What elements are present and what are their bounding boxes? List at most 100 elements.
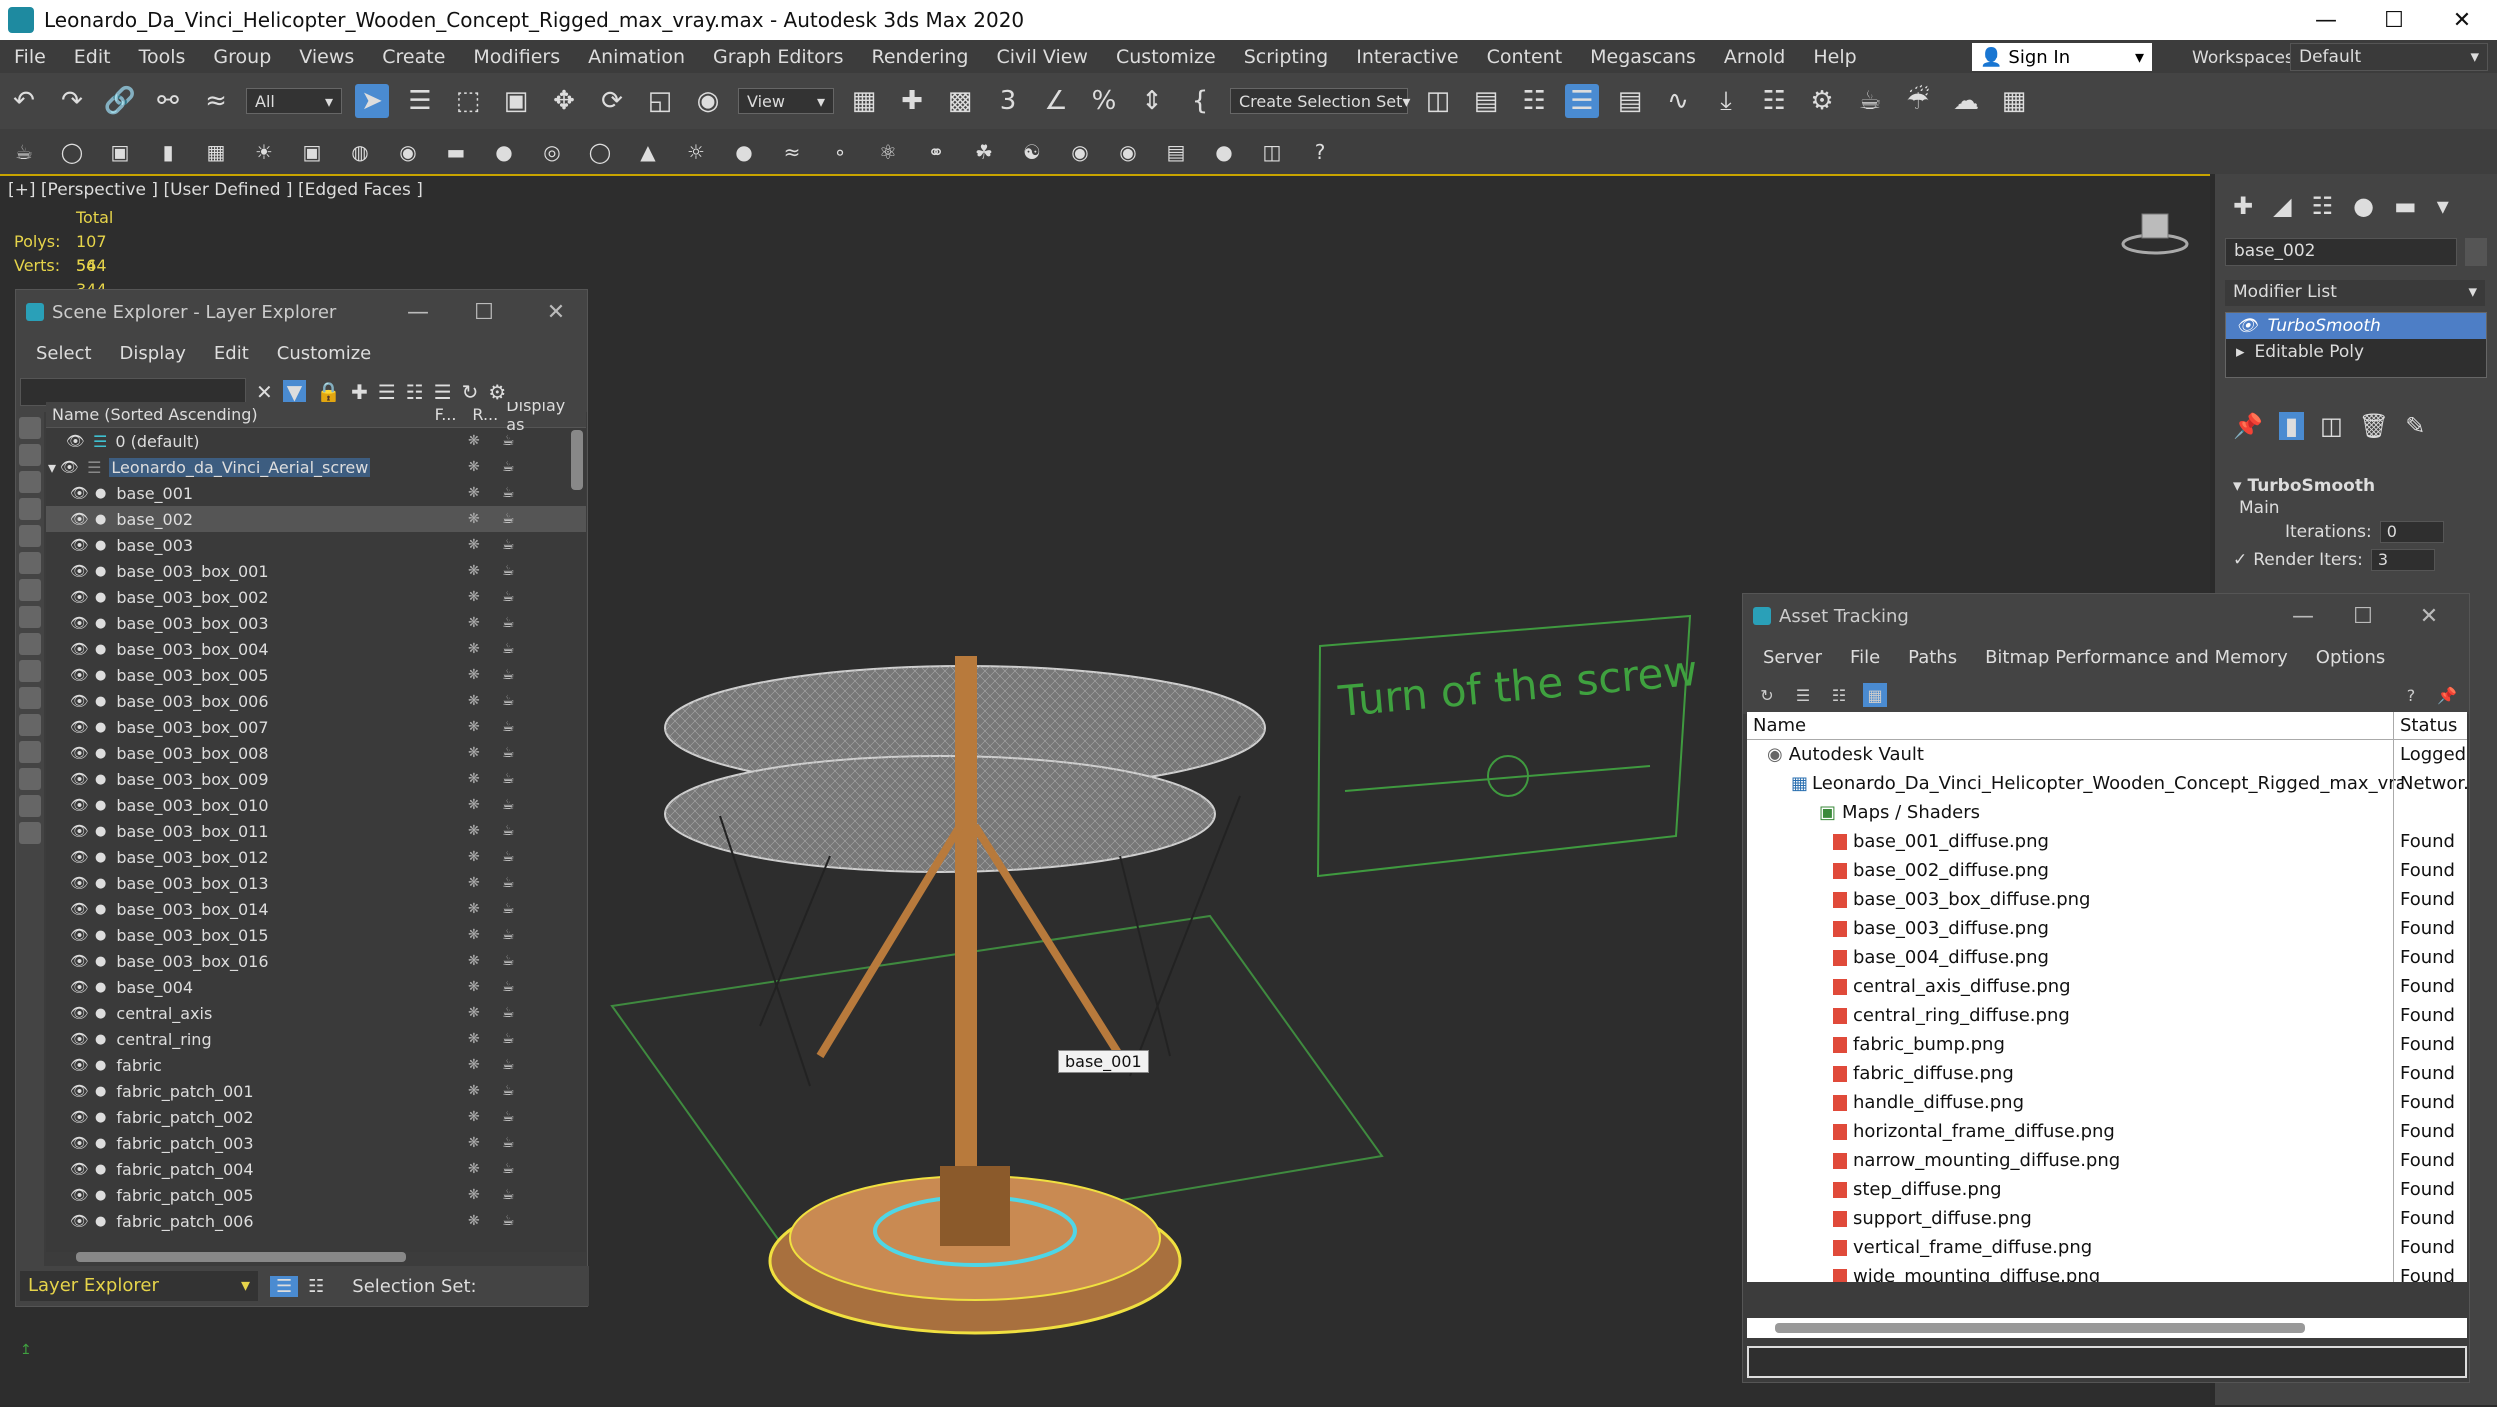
- compound-icon[interactable]: ⚛: [875, 139, 901, 165]
- align-icon[interactable]: ▤: [1469, 84, 1503, 118]
- freeze-icon[interactable]: ❋: [468, 563, 480, 579]
- eye-icon[interactable]: 👁: [70, 796, 89, 814]
- object-row[interactable]: 👁 ● base_003_box_014 ❋ ☕: [46, 896, 586, 922]
- sync-icon[interactable]: ↻: [462, 380, 479, 404]
- render-icon[interactable]: ☕: [502, 979, 515, 995]
- eye-icon[interactable]: 👁: [60, 458, 79, 476]
- menu-rendering[interactable]: Rendering: [857, 46, 982, 68]
- se-menu-select[interactable]: Select: [22, 343, 106, 364]
- layer-row[interactable]: ▾ 👁 ☰ Leonardo_da_Vinci_Aerial_screw ❋ ☕: [46, 454, 586, 480]
- filter-spacewarps-icon[interactable]: [19, 552, 41, 574]
- horizontal-scrollbar[interactable]: [76, 1252, 406, 1262]
- object-row[interactable]: 👁 ● base_003_box_007 ❋ ☕: [46, 714, 586, 740]
- render-icon[interactable]: ☕: [502, 459, 515, 475]
- filter-all-icon[interactable]: [19, 741, 41, 763]
- eye-icon[interactable]: 👁: [70, 874, 89, 892]
- freeze-icon[interactable]: ❋: [468, 1005, 480, 1021]
- eye-icon[interactable]: 👁: [70, 926, 89, 944]
- hair-icon[interactable]: ≈: [779, 139, 805, 165]
- map-row[interactable]: vertical_frame_diffuse.png Found: [1747, 1233, 2467, 1262]
- particle-icon[interactable]: ∘: [827, 139, 853, 165]
- freeze-icon[interactable]: ❋: [468, 615, 480, 631]
- eye-icon[interactable]: 👁: [70, 1082, 89, 1100]
- render-icon[interactable]: ☕: [502, 1109, 515, 1125]
- object-row[interactable]: 👁 ● base_003_box_002 ❋ ☕: [46, 584, 586, 610]
- close-icon[interactable]: ✕: [536, 298, 576, 326]
- object-row[interactable]: 👁 ● fabric_patch_005 ❋ ☕: [46, 1182, 586, 1208]
- object-row[interactable]: 👁 ● base_003_box_010 ❋ ☕: [46, 792, 586, 818]
- at-menu-server[interactable]: Server: [1749, 647, 1836, 668]
- shape-icon[interactable]: ◯: [59, 139, 85, 165]
- render-icon[interactable]: ☕: [502, 1161, 515, 1177]
- object-row[interactable]: 👁 ● fabric_patch_002 ❋ ☕: [46, 1104, 586, 1130]
- object-row[interactable]: 👁 ● base_003_box_009 ❋ ☕: [46, 766, 586, 792]
- scrollbar-thumb[interactable]: [1775, 1323, 2305, 1333]
- menu-tools[interactable]: Tools: [125, 46, 200, 68]
- menu-file[interactable]: File: [0, 46, 60, 68]
- eye-icon[interactable]: 👁: [70, 1108, 89, 1126]
- mirror-icon[interactable]: ◫: [1421, 84, 1455, 118]
- menu-arnold[interactable]: Arnold: [1710, 46, 1799, 68]
- omni-light-icon[interactable]: ●: [731, 139, 757, 165]
- layer-row[interactable]: 👁 ☰ 0 (default) ❋ ☕: [46, 428, 586, 454]
- move-icon[interactable]: ✥: [547, 84, 581, 118]
- se-menu-display[interactable]: Display: [106, 343, 200, 364]
- asset-row-vault[interactable]: ◉ Autodesk Vault Logged...: [1747, 740, 2467, 769]
- selection-filter-dropdown[interactable]: All ▾: [246, 88, 342, 114]
- object-row[interactable]: 👁 ● base_003_box_013 ❋ ☕: [46, 870, 586, 896]
- freeze-icon[interactable]: ❋: [468, 1057, 480, 1073]
- map-row[interactable]: handle_diffuse.png Found: [1747, 1088, 2467, 1117]
- eye-icon[interactable]: 👁: [70, 848, 89, 866]
- dope-sheet-icon[interactable]: ⤓: [1709, 84, 1743, 118]
- filter-shapes-icon[interactable]: [19, 444, 41, 466]
- table-view-icon[interactable]: ▦: [1863, 683, 1887, 707]
- freeze-icon[interactable]: ❋: [468, 511, 480, 527]
- render-iters-spinner[interactable]: 3: [2370, 549, 2435, 571]
- object-row[interactable]: 👁 ● central_axis ❋ ☕: [46, 1000, 586, 1026]
- reference-coordinate-dropdown[interactable]: View ▾: [738, 88, 834, 114]
- schematic-view-icon[interactable]: ☷: [1757, 84, 1791, 118]
- box-icon[interactable]: ▣: [107, 139, 133, 165]
- menu-group[interactable]: Group: [199, 46, 285, 68]
- freeze-icon[interactable]: ❋: [468, 823, 480, 839]
- close-icon[interactable]: ✕: [2432, 0, 2492, 40]
- modifier-editable-poly[interactable]: ▸ Editable Poly: [2226, 339, 2486, 365]
- create-selection-set-dropdown[interactable]: Create Selection Set ▾: [1230, 88, 1410, 114]
- tree-view-icon[interactable]: ☷: [1827, 683, 1851, 707]
- new-layer-icon[interactable]: ✚: [351, 380, 368, 404]
- at-menu-file[interactable]: File: [1836, 647, 1894, 668]
- render-icon[interactable]: ☕: [502, 1005, 515, 1021]
- freeze-icon[interactable]: ❋: [468, 1161, 480, 1177]
- pin-stack-icon[interactable]: 📌: [2233, 412, 2263, 440]
- explorer-mode-dropdown[interactable]: Layer Explorer ▾: [20, 1271, 258, 1301]
- object-row[interactable]: 👁 ● base_003_box_003 ❋ ☕: [46, 610, 586, 636]
- snaps-toggle-icon[interactable]: 3: [991, 84, 1025, 118]
- eye-icon[interactable]: 👁: [70, 822, 89, 840]
- map-row[interactable]: base_004_diffuse.png Found: [1747, 943, 2467, 972]
- scene-explorer-toggle-icon[interactable]: ☷: [1517, 84, 1551, 118]
- object-row[interactable]: 👁 ● base_003_box_004 ❋ ☕: [46, 636, 586, 662]
- menu-animation[interactable]: Animation: [574, 46, 699, 68]
- select-object-icon[interactable]: ➤: [355, 84, 389, 118]
- object-row[interactable]: 👁 ● base_004 ❋ ☕: [46, 974, 586, 1000]
- menu-create[interactable]: Create: [368, 46, 459, 68]
- freeze-icon[interactable]: ❋: [468, 537, 480, 553]
- map-row[interactable]: fabric_bump.png Found: [1747, 1030, 2467, 1059]
- render-icon[interactable]: ☕: [502, 1213, 515, 1229]
- foliage-icon[interactable]: ☘: [971, 139, 997, 165]
- menu-megascans[interactable]: Megascans: [1576, 46, 1710, 68]
- scene-explorer-titlebar[interactable]: Scene Explorer - Layer Explorer — ☐ ✕: [16, 290, 587, 334]
- render-cloud-icon[interactable]: ☁: [1949, 84, 1983, 118]
- filter-helpers-icon[interactable]: [19, 525, 41, 547]
- render-icon[interactable]: ☕: [502, 927, 515, 943]
- layers-stack-icon[interactable]: ☰: [378, 380, 396, 404]
- horizontal-scrollbar[interactable]: [1747, 1318, 2467, 1338]
- filter-none-icon[interactable]: [19, 768, 41, 790]
- object-row[interactable]: 👁 ● fabric_patch_004 ❋ ☕: [46, 1156, 586, 1182]
- rectangular-selection-icon[interactable]: ⬚: [451, 84, 485, 118]
- col-name[interactable]: Name: [1747, 715, 2393, 736]
- menu-help[interactable]: Help: [1799, 46, 1870, 68]
- eye-icon[interactable]: 👁: [70, 744, 89, 762]
- eye-icon[interactable]: 👁: [70, 614, 89, 632]
- map-row[interactable]: base_003_diffuse.png Found: [1747, 914, 2467, 943]
